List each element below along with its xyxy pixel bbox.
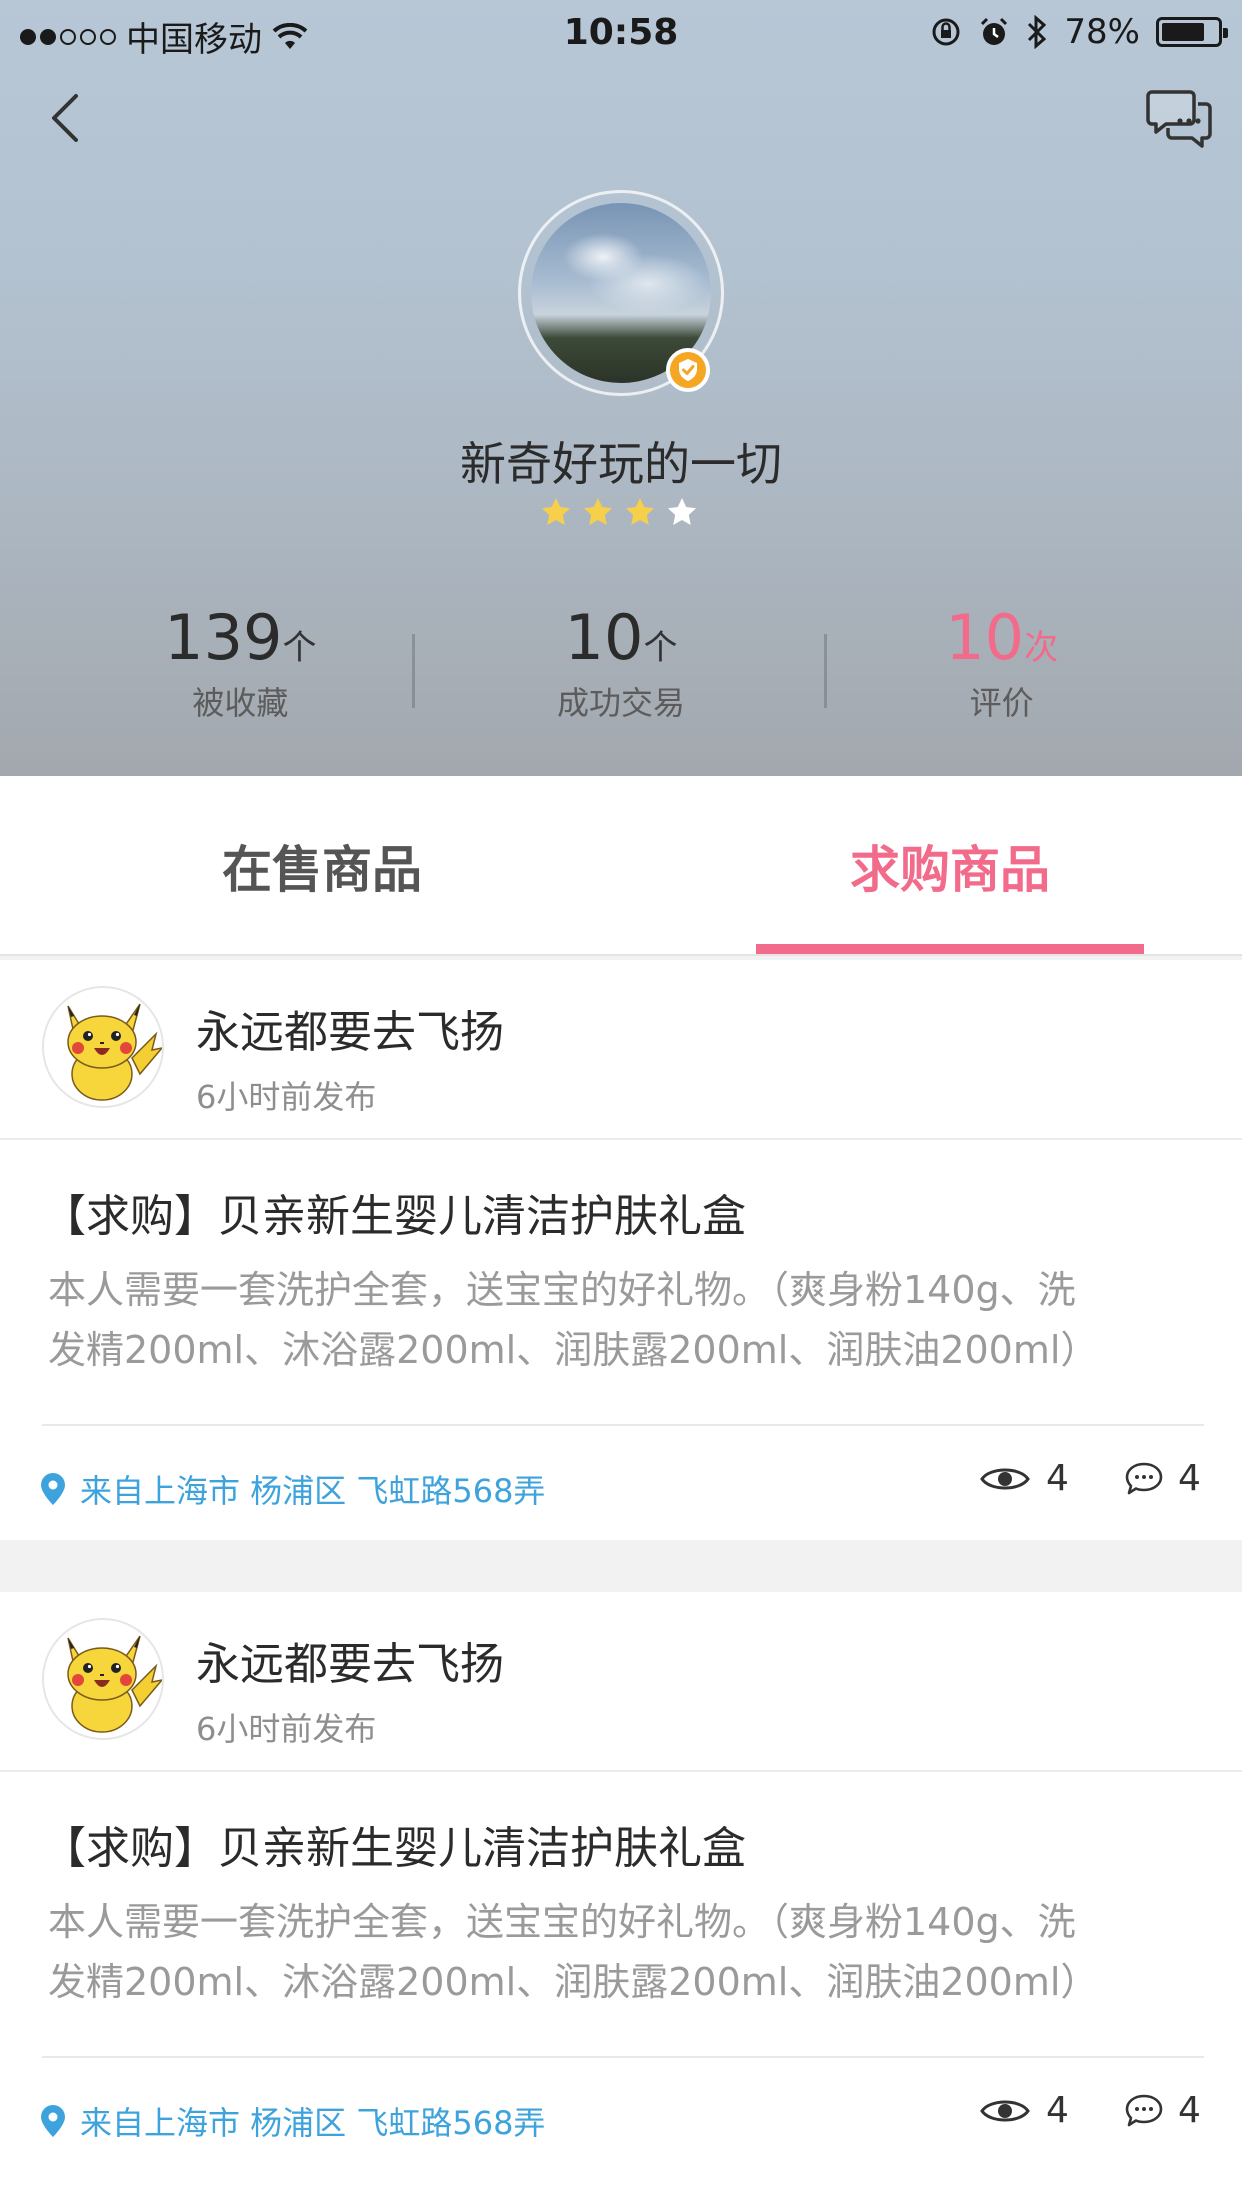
stat-unit: 个 (643, 628, 678, 668)
author-name[interactable]: 永远都要去飞扬 (196, 996, 504, 1060)
pikachu-avatar-icon (67, 1003, 162, 1101)
username: 新奇好玩的一切 (460, 437, 782, 491)
comment-count[interactable]: 4 (1124, 1458, 1201, 1499)
post-description: 本人需要一套洗护全套，送宝宝的好礼物。（爽身粉140g、洗 发精200ml、沐浴… (48, 1892, 1198, 2012)
stat-successful-trades[interactable]: 10个 成功交易 (431, 600, 812, 730)
pikachu-avatar-icon (67, 1635, 162, 1733)
status-bar: 中国移动 10:58 78% (0, 0, 1242, 66)
post-time: 6小时前发布 (196, 1710, 377, 1748)
back-button[interactable] (40, 90, 96, 146)
stat-unit: 个 (282, 628, 317, 668)
post-location[interactable]: 来自上海市 杨浦区 飞虹路568弄 (40, 1466, 545, 1512)
alarm-icon (981, 17, 1008, 45)
comment-bubble-icon (1125, 2094, 1163, 2126)
post-footer: 来自上海市 杨浦区 飞虹路568弄 4 4 (0, 2058, 1242, 2172)
description-line: 发精200ml、沐浴露200ml、润肤露200ml、润肤油200ml） (48, 1960, 1099, 2004)
views-value: 4 (1046, 1458, 1069, 1499)
author-avatar[interactable] (42, 1618, 164, 1740)
location-text: 来自上海市 杨浦区 飞虹路568弄 (80, 1472, 546, 1510)
star-filled-icon (584, 498, 612, 525)
verified-shield-icon (666, 348, 710, 392)
rating-stars (540, 496, 698, 528)
eye-icon (980, 1468, 1030, 1489)
battery-percent: 78% (1064, 12, 1140, 52)
stat-reviews[interactable]: 10次 评价 (811, 600, 1192, 730)
location-pin-icon (41, 2105, 65, 2137)
post-description: 本人需要一套洗护全套，送宝宝的好礼物。（爽身粉140g、洗 发精200ml、沐浴… (48, 1260, 1198, 1380)
tab-bar: 在售商品 求购商品 (0, 776, 1242, 956)
tab-on-sale[interactable]: 在售商品 (130, 776, 514, 956)
post-card[interactable]: 永远都要去飞扬 6小时前发布 【求购】贝亲新生婴儿清洁护肤礼盒 本人需要一套洗护… (0, 960, 1242, 1540)
stat-unit: 次 (1024, 628, 1059, 668)
author-avatar[interactable] (42, 986, 164, 1108)
profile-header: 中国移动 10:58 78% 新奇好玩的一切 139个 被收藏 10个 成功交易… (0, 0, 1242, 776)
stat-label: 成功交易 (557, 684, 686, 722)
stat-value: 10 (945, 601, 1025, 674)
post-card[interactable]: 永远都要去飞扬 6小时前发布 【求购】贝亲新生婴儿清洁护肤礼盒 本人需要一套洗护… (0, 1592, 1242, 2208)
star-filled-icon (626, 498, 654, 525)
view-count: 4 (980, 2090, 1069, 2131)
author-name[interactable]: 永远都要去飞扬 (196, 1628, 504, 1692)
active-tab-indicator (756, 944, 1144, 954)
post-header: 永远都要去飞扬 6小时前发布 (0, 960, 1242, 1140)
post-location[interactable]: 来自上海市 杨浦区 飞虹路568弄 (40, 2098, 545, 2144)
description-line: 本人需要一套洗护全套，送宝宝的好礼物。（爽身粉140g、洗 (48, 1268, 1076, 1312)
description-line: 发精200ml、沐浴露200ml、润肤露200ml、润肤油200ml） (48, 1328, 1099, 1372)
stat-divider (412, 634, 415, 708)
view-count: 4 (980, 1458, 1069, 1499)
post-title[interactable]: 【求购】贝亲新生婴儿清洁护肤礼盒 (42, 1180, 746, 1244)
comments-value: 4 (1178, 1458, 1201, 1499)
description-line: 本人需要一套洗护全套，送宝宝的好礼物。（爽身粉140g、洗 (48, 1900, 1076, 1944)
stat-divider (824, 634, 827, 708)
views-value: 4 (1046, 2090, 1069, 2131)
profile-stats: 139个 被收藏 10个 成功交易 10次 评价 (50, 600, 1192, 730)
comment-count[interactable]: 4 (1124, 2090, 1201, 2131)
star-empty-icon (668, 498, 696, 525)
tab-wanted[interactable]: 求购商品 (756, 776, 1144, 956)
stat-label: 被收藏 (192, 684, 289, 722)
post-footer: 来自上海市 杨浦区 飞虹路568弄 4 4 (0, 1426, 1242, 1540)
stat-value: 139 (164, 601, 283, 674)
bluetooth-icon (1028, 15, 1047, 49)
comment-bubble-icon (1125, 1462, 1163, 1494)
battery-icon (1156, 17, 1228, 47)
location-text: 来自上海市 杨浦区 飞虹路568弄 (80, 2104, 546, 2142)
comments-value: 4 (1178, 2090, 1201, 2131)
location-pin-icon (41, 1473, 65, 1505)
stat-value: 10 (564, 601, 644, 674)
chat-bubbles-icon[interactable] (1146, 88, 1212, 150)
post-header: 永远都要去飞扬 6小时前发布 (0, 1592, 1242, 1772)
star-filled-icon (542, 498, 570, 525)
stat-label: 评价 (969, 684, 1034, 722)
stat-favorited[interactable]: 139个 被收藏 (50, 600, 431, 730)
post-title[interactable]: 【求购】贝亲新生婴儿清洁护肤礼盒 (42, 1812, 746, 1876)
eye-icon (980, 2100, 1030, 2121)
rotation-lock-icon (932, 18, 960, 46)
battery-level (1162, 23, 1205, 41)
post-time: 6小时前发布 (196, 1078, 377, 1116)
